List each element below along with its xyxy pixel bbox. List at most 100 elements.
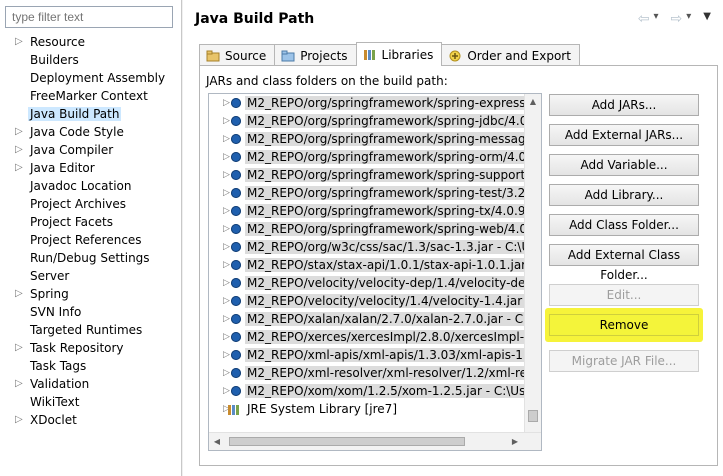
tab-projects[interactable]: Projects [274, 44, 357, 66]
entry-label: M2_REPO/stax/stax-api/1.0.1/stax-api-1.0… [245, 258, 525, 272]
expand-arrow-icon[interactable]: ▷ [223, 274, 230, 292]
nav-item-task-tags[interactable]: Task Tags [0, 357, 182, 375]
nav-item-xdoclet[interactable]: ▷ XDoclet [0, 411, 182, 429]
expand-arrow-icon[interactable]: ▷ [223, 148, 230, 166]
nav-item-task-repository[interactable]: ▷ Task Repository [0, 339, 182, 357]
nav-item-java-code-style[interactable]: ▷ Java Code Style [0, 123, 182, 141]
add-external-jars-button[interactable]: Add External JARs... [549, 124, 699, 146]
expand-arrow-icon[interactable]: ▷ [15, 411, 23, 429]
add-library-button[interactable]: Add Library... [549, 184, 699, 206]
add-variable-button[interactable]: Add Variable... [549, 154, 699, 176]
jar-entry-row[interactable]: ▷ M2_REPO/org/springframework/spring-mess… [209, 130, 525, 148]
horizontal-scroll-thumb[interactable] [229, 437, 465, 446]
nav-item-wikitext[interactable]: WikiText [0, 393, 182, 411]
expand-arrow-icon[interactable]: ▷ [223, 292, 230, 310]
nav-item-label: Java Compiler [30, 143, 114, 157]
jar-entry-row[interactable]: ▷ M2_REPO/stax/stax-api/1.0.1/stax-api-1.… [209, 256, 525, 274]
expand-arrow-icon[interactable]: ▷ [223, 220, 230, 238]
expand-arrow-icon[interactable]: ▷ [223, 166, 230, 184]
jar-entry-row[interactable]: ▷ M2_REPO/org/w3c/css/sac/1.3/sac-1.3.jar… [209, 238, 525, 256]
jar-entry-row[interactable]: ▷ M2_REPO/xalan/xalan/2.7.0/xalan-2.7.0.j… [209, 310, 525, 328]
expand-arrow-icon[interactable]: ▷ [15, 375, 23, 393]
nav-item-label: FreeMarker Context [30, 89, 148, 103]
vertical-scrollbar[interactable]: ▲ ▼ [524, 94, 541, 432]
nav-item-builders[interactable]: Builders [0, 51, 182, 69]
view-menu-icon[interactable]: ▼ [703, 11, 711, 27]
nav-item-run-debug-settings[interactable]: Run/Debug Settings [0, 249, 182, 267]
jar-entry-row[interactable]: ▷ M2_REPO/velocity/velocity/1.4/velocity-… [209, 292, 525, 310]
expand-arrow-icon[interactable]: ▷ [223, 328, 230, 346]
expand-arrow-icon[interactable]: ▷ [223, 256, 230, 274]
expand-arrow-icon[interactable]: ▷ [223, 202, 230, 220]
jar-entry-row[interactable]: ▷ M2_REPO/org/springframework/spring-expr… [209, 94, 525, 112]
nav-item-java-compiler[interactable]: ▷ Java Compiler [0, 141, 182, 159]
nav-item-svn-info[interactable]: SVN Info [0, 303, 182, 321]
expand-arrow-icon[interactable]: ▷ [223, 184, 230, 202]
jar-entry-row[interactable]: ▷ M2_REPO/org/springframework/spring-orm/… [209, 148, 525, 166]
nav-item-server[interactable]: Server [0, 267, 182, 285]
horizontal-scrollbar[interactable]: ◀ ▶ [209, 432, 541, 450]
nav-item-java-build-path[interactable]: Java Build Path [0, 105, 182, 123]
tab-libraries[interactable]: Libraries [355, 42, 443, 66]
jar-entry-row[interactable]: ▷ M2_REPO/org/springframework/spring-jdbc… [209, 112, 525, 130]
nav-item-spring[interactable]: ▷ Spring [0, 285, 182, 303]
nav-item-project-archives[interactable]: Project Archives [0, 195, 182, 213]
expand-arrow-icon[interactable]: ▷ [223, 310, 230, 328]
nav-item-label: WikiText [30, 395, 80, 409]
jar-entry-row[interactable]: ▷ M2_REPO/xml-resolver/xml-resolver/1.2/x… [209, 364, 525, 382]
jar-entry-row[interactable]: ▷ M2_REPO/velocity/velocity-dep/1.4/veloc… [209, 274, 525, 292]
forward-history-dropdown-icon[interactable]: ▾ [686, 11, 691, 27]
forward-arrow-icon[interactable]: ⇨ [671, 11, 683, 27]
expand-arrow-icon[interactable]: ▷ [223, 364, 230, 382]
jar-entry-row[interactable]: ▷ M2_REPO/xml-apis/xml-apis/1.3.03/xml-ap… [209, 346, 525, 364]
add-jars-button[interactable]: Add JARs... [549, 94, 699, 116]
libraries-tree[interactable]: ▷ M2_REPO/org/springframework/spring-expr… [208, 93, 542, 451]
expand-arrow-icon[interactable]: ▷ [15, 141, 23, 159]
expand-arrow-icon[interactable]: ▷ [223, 112, 230, 130]
expand-arrow-icon[interactable]: ▷ [223, 94, 230, 112]
expand-arrow-icon[interactable]: ▷ [223, 382, 230, 400]
expand-arrow-icon[interactable]: ▷ [223, 346, 230, 364]
back-arrow-icon[interactable]: ⇦ [638, 11, 650, 27]
vertical-scroll-thumb[interactable] [528, 410, 538, 422]
tab-source[interactable]: Source [199, 44, 276, 66]
expand-arrow-icon[interactable]: ▷ [223, 130, 230, 148]
back-history-dropdown-icon[interactable]: ▾ [654, 11, 659, 27]
nav-item-targeted-runtimes[interactable]: Targeted Runtimes [0, 321, 182, 339]
filter-input[interactable] [5, 6, 173, 28]
add-class-folder-button[interactable]: Add Class Folder... [549, 214, 699, 236]
expand-arrow-icon[interactable]: ▷ [15, 159, 23, 177]
page-title: Java Build Path [195, 11, 315, 27]
nav-item-freemarker-context[interactable]: FreeMarker Context [0, 87, 182, 105]
expand-arrow-icon[interactable]: ▷ [15, 339, 23, 357]
expand-arrow-icon[interactable]: ▷ [15, 285, 23, 303]
jar-entry-row[interactable]: ▷ M2_REPO/org/springframework/spring-supp… [209, 166, 525, 184]
nav-item-project-facets[interactable]: Project Facets [0, 213, 182, 231]
jar-entry-row[interactable]: ▷ M2_REPO/org/springframework/spring-web/… [209, 220, 525, 238]
scroll-left-icon[interactable]: ◀ [209, 434, 225, 450]
library-container-row[interactable]: ▷ JRE System Library [jre7] [209, 400, 525, 418]
jar-icon [231, 98, 241, 108]
nav-item-deployment-assembly[interactable]: Deployment Assembly [0, 69, 182, 87]
nav-item-java-editor[interactable]: ▷ Java Editor [0, 159, 182, 177]
scroll-right-icon[interactable]: ▶ [507, 434, 523, 450]
entry-label: M2_REPO/velocity/velocity/1.4/velocity-1… [245, 294, 525, 308]
add-external-class-folder-button[interactable]: Add External Class Folder... [549, 244, 699, 282]
scroll-up-icon[interactable]: ▲ [525, 94, 541, 110]
nav-item-project-references[interactable]: Project References [0, 231, 182, 249]
expand-arrow-icon[interactable]: ▷ [15, 123, 23, 141]
expand-arrow-icon[interactable]: ▷ [223, 238, 230, 256]
nav-item-validation[interactable]: ▷ Validation [0, 375, 182, 393]
jar-entry-row[interactable]: ▷ M2_REPO/xom/xom/1.2.5/xom-1.2.5.jar - C… [209, 382, 525, 400]
expand-arrow-icon[interactable]: ▷ [15, 33, 23, 51]
nav-item-label: Task Repository [30, 341, 124, 355]
jar-entry-row[interactable]: ▷ M2_REPO/xerces/xercesImpl/2.8.0/xercesI… [209, 328, 525, 346]
jar-entry-row[interactable]: ▷ M2_REPO/org/springframework/spring-tx/4… [209, 202, 525, 220]
nav-item-resource[interactable]: ▷ Resource [0, 33, 182, 51]
nav-item-javadoc-location[interactable]: Javadoc Location [0, 177, 182, 195]
entry-label: M2_REPO/org/springframework/spring-messa… [245, 132, 525, 146]
remove-button[interactable]: Remove [549, 314, 699, 336]
tab-order-and-export[interactable]: Order and Export [441, 44, 580, 66]
jar-icon [231, 170, 241, 180]
jar-entry-row[interactable]: ▷ M2_REPO/org/springframework/spring-test… [209, 184, 525, 202]
